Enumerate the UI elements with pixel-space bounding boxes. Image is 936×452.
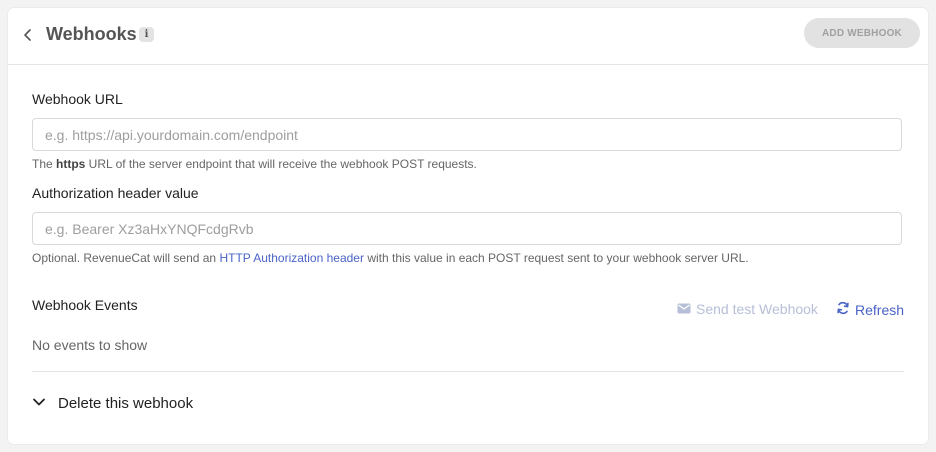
empty-events-text: No events to show — [32, 337, 148, 353]
auth-header-input[interactable] — [32, 212, 902, 245]
help-text: with this value in each POST request sen… — [363, 251, 749, 265]
page-title: Webhooks — [46, 24, 137, 44]
help-emphasis: https — [56, 157, 86, 171]
help-text: URL of the server endpoint that will rec… — [85, 157, 477, 171]
webhook-url-label: Webhook URL — [32, 91, 123, 107]
auth-header-help: Optional. RevenueCat will send an HTTP A… — [32, 251, 749, 265]
webhook-url-help: The https URL of the server endpoint tha… — [32, 157, 477, 171]
delete-webhook-toggle[interactable]: Delete this webhook — [32, 394, 193, 412]
help-text: The — [32, 157, 57, 171]
refresh-label: Refresh — [855, 301, 905, 318]
webhooks-card: Webhooks i ADD WEBHOOK Webhook URL The h… — [8, 8, 928, 444]
delete-webhook-label: Delete this webhook — [58, 394, 194, 412]
card-header: Webhooks i ADD WEBHOOK — [8, 8, 928, 65]
send-test-label: Send test Webhook — [696, 301, 818, 317]
refresh-button[interactable]: Refresh — [836, 301, 904, 318]
divider — [32, 371, 904, 372]
http-authorization-header-link[interactable]: HTTP Authorization header — [219, 251, 364, 265]
webhook-events-label: Webhook Events — [32, 297, 138, 313]
help-text: Optional. RevenueCat will send an — [32, 251, 220, 265]
send-test-webhook-button[interactable]: Send test Webhook — [677, 301, 818, 317]
info-icon[interactable]: i — [139, 27, 154, 42]
add-webhook-button[interactable]: ADD WEBHOOK — [804, 18, 920, 48]
refresh-icon — [836, 301, 855, 318]
webhook-url-input[interactable] — [32, 118, 902, 151]
chevron-down-icon — [32, 394, 58, 412]
auth-header-label: Authorization header value — [32, 185, 199, 201]
chevron-left-icon[interactable] — [20, 25, 36, 45]
envelope-icon — [677, 301, 696, 317]
